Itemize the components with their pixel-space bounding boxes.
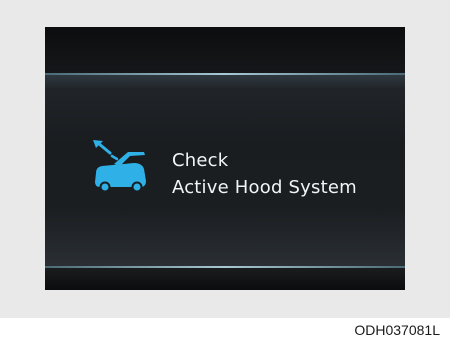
warning-message-line-1: Check (172, 150, 229, 171)
cluster-display: Check Active Hood System (45, 27, 405, 290)
figure-code: ODH037081L (354, 322, 440, 338)
figure-frame: Check Active Hood System (0, 0, 450, 318)
warning-message-line-2: Active Hood System (172, 177, 357, 198)
active-hood-warning-icon (93, 140, 146, 193)
display-top-band (45, 27, 405, 73)
warning-message: Check Active Hood System (172, 147, 357, 201)
display-bottom-band (45, 268, 405, 290)
top-glow (45, 75, 405, 89)
